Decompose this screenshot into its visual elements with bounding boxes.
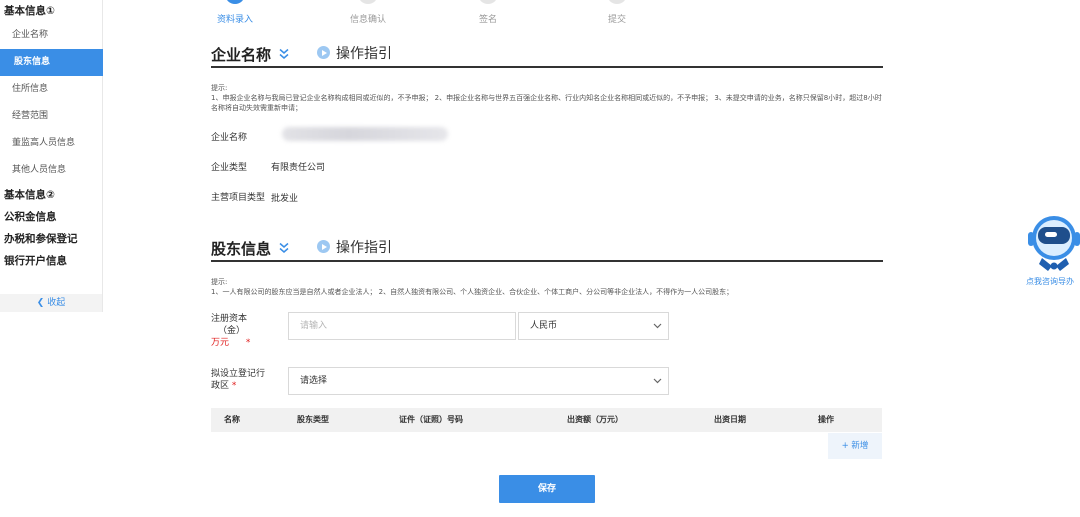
column-header-id-number: 证件（证照）号码 [399, 415, 463, 424]
region-label-line-2: 政区 [211, 381, 230, 391]
column-header-contribution-date: 出资日期 [714, 415, 746, 424]
guide-text: 操作指引 [336, 46, 392, 62]
column-header-contribution: 出资额（万元） [567, 415, 623, 424]
tip-text: 1、申报企业名称与我局已登记企业名称构成相同或近似的，不予申报； 2、申报企业名… [211, 94, 882, 112]
capital-label-line-1: 注册资本 [211, 314, 248, 324]
sidebar-group-tax-insurance[interactable]: 办税和参保登记 [0, 228, 102, 250]
save-button[interactable]: 保存 [499, 475, 595, 503]
required-mark: * [245, 338, 251, 348]
region-select[interactable]: 请选择 [288, 367, 669, 395]
shareholder-section-header: 股东信息 操作指引 [211, 232, 883, 262]
company-name-value [282, 127, 448, 141]
step-dot [607, 0, 627, 4]
sidebar-collapse-button[interactable]: ❮ 收起 [0, 294, 102, 312]
step-label: 提交 [607, 15, 626, 25]
step-label: 信息确认 [349, 15, 386, 25]
capital-label-line-2: （金） [218, 326, 246, 336]
region-value: 请选择 [300, 376, 328, 386]
region-label: 拟设立登记行 政区 * [211, 368, 281, 392]
sidebar-item-company-name[interactable]: 企业名称 [0, 22, 102, 49]
sidebar-item-address-info[interactable]: 住所信息 [0, 76, 102, 103]
assistant-label[interactable]: 点我咨询导办 [1026, 276, 1080, 287]
step-label: 资料录入 [216, 15, 253, 25]
tip-text: 1、一人有限公司的股东应当是自然人或者企业法人； 2、自然人独资有限公司、个人独… [211, 288, 734, 296]
sidebar-group-basic-info-1[interactable]: 基本信息① [0, 0, 102, 22]
step-label: 签名 [478, 15, 497, 25]
field-label-main-business: 主营项目类型 [211, 193, 266, 203]
field-label-company-name: 企业名称 [211, 133, 248, 143]
registered-capital-input[interactable]: 请输入 [288, 312, 516, 340]
company-tip: 提示: 1、申报企业名称与我局已登记企业名称构成相同或近似的，不予申报； 2、申… [211, 83, 887, 113]
sidebar-item-shareholder-info[interactable]: 股东信息 [0, 49, 103, 76]
column-header-name: 名称 [224, 415, 240, 424]
chevron-down-icon [653, 378, 662, 384]
sidebar-collapse-label: 收起 [47, 298, 66, 308]
column-header-shareholder-type: 股东类型 [297, 415, 329, 424]
sidebar-item-executives-info[interactable]: 董监高人员信息 [0, 130, 102, 157]
column-header-actions: 操作 [818, 415, 834, 424]
progress-steps: 资料录入 信息确认 签名 提交 [195, 0, 695, 30]
region-label-line-1: 拟设立登记行 [211, 369, 266, 379]
sidebar: 基本信息① 企业名称 股东信息 住所信息 经营范围 董监高人员信息 其他人员信息… [0, 0, 103, 312]
play-icon [317, 46, 330, 59]
shareholder-tip: 提示: 1、一人有限公司的股东应当是自然人或者企业法人； 2、自然人独资有限公司… [211, 277, 887, 297]
required-mark: * [231, 381, 237, 391]
main-business-value: 批发业 [271, 194, 299, 204]
company-type-value: 有限责任公司 [271, 163, 326, 173]
chevron-left-icon: ❮ [36, 298, 45, 308]
guide-text: 操作指引 [336, 240, 392, 256]
company-section-title: 企业名称 [211, 46, 272, 64]
company-section-header: 企业名称 操作指引 [211, 38, 883, 68]
sidebar-group-basic-info-2[interactable]: 基本信息② [0, 184, 102, 206]
shareholder-table-header: 名称 股东类型 证件（证照）号码 出资额（万元） 出资日期 操作 [211, 408, 882, 432]
registered-capital-label: 注册资本 （金） 万元 * [211, 313, 271, 349]
double-chevron-down-icon[interactable] [277, 48, 291, 60]
tip-title: 提示: [211, 278, 228, 286]
sidebar-group-housing-fund[interactable]: 公积金信息 [0, 206, 102, 228]
double-chevron-down-icon[interactable] [277, 242, 291, 254]
currency-value: 人民币 [530, 321, 558, 331]
step-dot [225, 0, 245, 4]
step-dot [478, 0, 498, 4]
tip-title: 提示: [211, 84, 228, 92]
sidebar-group-bank-account[interactable]: 银行开户信息 [0, 250, 102, 272]
sidebar-item-other-personnel[interactable]: 其他人员信息 [0, 157, 102, 184]
chevron-down-icon [653, 323, 662, 329]
currency-select[interactable]: 人民币 [518, 312, 669, 340]
field-label-company-type: 企业类型 [211, 163, 248, 173]
step-dot [358, 0, 378, 4]
sidebar-item-business-scope[interactable]: 经营范围 [0, 103, 102, 130]
capital-unit: 万元 [211, 338, 230, 348]
add-shareholder-button[interactable]: + 新增 [828, 433, 882, 459]
play-icon [317, 240, 330, 253]
shareholder-section-title: 股东信息 [211, 240, 272, 258]
